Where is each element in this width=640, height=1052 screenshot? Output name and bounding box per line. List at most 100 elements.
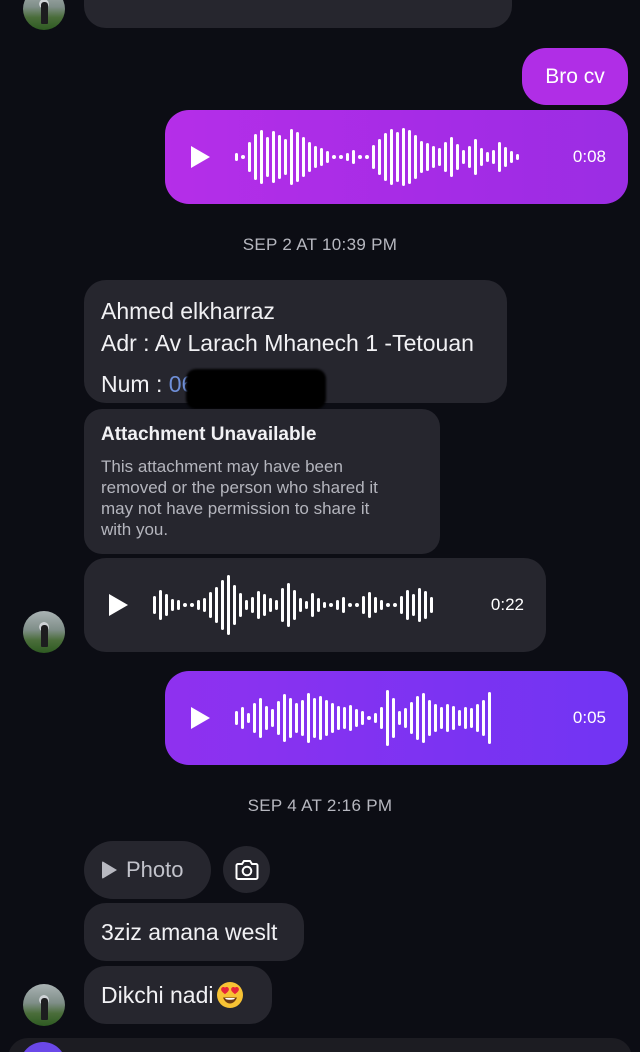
waveform-bar bbox=[368, 592, 371, 618]
outgoing-voice-message[interactable]: 0:08 bbox=[165, 110, 628, 204]
incoming-voice-message[interactable]: 0:22 bbox=[84, 558, 546, 652]
play-icon[interactable] bbox=[191, 707, 210, 729]
waveform-bar bbox=[323, 602, 326, 608]
message-line-number-label: Num : bbox=[101, 371, 169, 397]
waveform-bar bbox=[498, 142, 501, 172]
waveform[interactable] bbox=[235, 688, 545, 748]
contact-avatar[interactable] bbox=[23, 611, 65, 653]
waveform-bar bbox=[278, 135, 281, 179]
waveform-bar bbox=[235, 153, 238, 161]
waveform-bar bbox=[374, 597, 377, 613]
waveform-bar bbox=[412, 594, 415, 616]
waveform-bar bbox=[171, 599, 174, 611]
waveform-bar bbox=[418, 588, 421, 622]
waveform-bar bbox=[420, 141, 423, 173]
waveform-bar bbox=[251, 597, 254, 613]
waveform-bar bbox=[446, 704, 449, 732]
waveform-bar bbox=[259, 698, 262, 738]
waveform-bar bbox=[287, 583, 290, 627]
incoming-message-address[interactable]: Ahmed elkharraz Adr : Av Larach Mhanech … bbox=[84, 280, 507, 409]
waveform-bar bbox=[480, 148, 483, 166]
waveform-bar bbox=[492, 150, 495, 164]
waveform-bar bbox=[384, 133, 387, 181]
waveform-bar bbox=[165, 594, 168, 616]
attachment-title: Attachment Unavailable bbox=[101, 424, 317, 445]
waveform-bar bbox=[295, 703, 298, 733]
waveform-bar bbox=[313, 698, 316, 738]
contact-avatar[interactable] bbox=[23, 984, 65, 1026]
waveform[interactable] bbox=[153, 575, 463, 635]
voice-duration: 0:05 bbox=[572, 708, 606, 727]
waveform-bar bbox=[320, 148, 323, 166]
waveform-bar bbox=[305, 601, 308, 609]
play-icon[interactable] bbox=[109, 594, 128, 616]
play-icon[interactable] bbox=[191, 146, 210, 168]
waveform-bar bbox=[308, 142, 311, 172]
waveform-bar bbox=[452, 706, 455, 730]
waveform-bar bbox=[380, 600, 383, 610]
waveform[interactable] bbox=[235, 127, 543, 187]
waveform-bar bbox=[516, 154, 519, 160]
outgoing-voice-message[interactable]: 0:05 bbox=[165, 671, 628, 765]
waveform-bar bbox=[215, 587, 218, 623]
waveform-bar bbox=[352, 150, 355, 164]
message-text: Dikchi nadi bbox=[101, 981, 214, 1008]
waveform-bar bbox=[284, 139, 287, 175]
waveform-bar bbox=[283, 694, 286, 742]
waveform-bar bbox=[416, 696, 419, 740]
waveform-bar bbox=[462, 150, 465, 164]
waveform-bar bbox=[424, 591, 427, 619]
photo-message[interactable]: Photo bbox=[84, 841, 211, 899]
waveform-bar bbox=[153, 596, 156, 614]
waveform-bar bbox=[343, 707, 346, 729]
incoming-bubble-partial[interactable] bbox=[84, 0, 512, 28]
waveform-bar bbox=[301, 700, 304, 736]
waveform-bar bbox=[233, 585, 236, 625]
waveform-bar bbox=[440, 707, 443, 729]
waveform-bar bbox=[355, 709, 358, 727]
waveform-bar bbox=[444, 142, 447, 172]
waveform-bar bbox=[254, 134, 257, 180]
contact-avatar[interactable] bbox=[23, 0, 65, 30]
waveform-bar bbox=[393, 603, 397, 607]
outgoing-message-bro-cv[interactable]: Bro cv bbox=[522, 48, 628, 105]
waveform-bar bbox=[510, 151, 513, 163]
waveform-bar bbox=[227, 575, 230, 635]
message-line-name: Ahmed elkharraz bbox=[101, 298, 275, 324]
waveform-bar bbox=[470, 708, 473, 728]
waveform-bar bbox=[378, 139, 381, 175]
waveform-bar bbox=[468, 146, 471, 168]
incoming-message[interactable]: 3ziz amana weslt bbox=[84, 903, 304, 961]
waveform-bar bbox=[332, 155, 336, 159]
incoming-message[interactable]: Dikchi nadi bbox=[84, 966, 272, 1024]
attachment-unavailable-card[interactable]: Attachment Unavailable This attachment m… bbox=[84, 409, 440, 554]
waveform-bar bbox=[386, 690, 389, 746]
waveform-bar bbox=[245, 600, 248, 610]
waveform-bar bbox=[342, 597, 345, 613]
waveform-bar bbox=[349, 705, 352, 731]
waveform-bar bbox=[325, 700, 328, 736]
composer-bar[interactable] bbox=[8, 1038, 632, 1052]
date-separator: SEP 4 AT 2:16 PM bbox=[247, 796, 393, 815]
waveform-bar bbox=[247, 713, 250, 723]
waveform-bar bbox=[314, 146, 317, 168]
waveform-bar bbox=[336, 600, 339, 610]
waveform-bar bbox=[408, 130, 411, 184]
waveform-bar bbox=[235, 711, 238, 725]
waveform-bar bbox=[257, 591, 260, 619]
waveform-bar bbox=[476, 704, 479, 732]
heart-eyes-emoji-icon bbox=[216, 982, 243, 1008]
waveform-bar bbox=[406, 590, 409, 620]
waveform-bar bbox=[414, 135, 417, 179]
waveform-bar bbox=[402, 128, 405, 186]
play-icon bbox=[102, 861, 117, 879]
waveform-bar bbox=[396, 132, 399, 182]
voice-duration: 0:08 bbox=[572, 147, 606, 166]
waveform-bar bbox=[299, 598, 302, 612]
waveform-bar bbox=[159, 590, 162, 620]
waveform-bar bbox=[422, 693, 425, 743]
camera-button[interactable] bbox=[223, 846, 270, 893]
waveform-bar bbox=[266, 137, 269, 177]
waveform-bar bbox=[289, 698, 292, 738]
camera-icon bbox=[235, 859, 258, 880]
